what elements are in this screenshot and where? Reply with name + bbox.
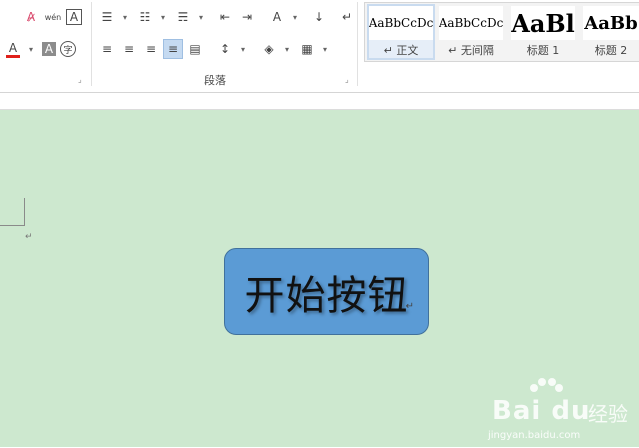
numbering-icon[interactable]: ☷: [136, 8, 154, 26]
line-spacing-icon[interactable]: ↕: [216, 40, 234, 58]
baidu-watermark: Bai du 经验 jingyan.baidu.com: [488, 378, 638, 448]
bullets-dropdown-icon[interactable]: ▾: [120, 8, 130, 26]
clear-format-icon[interactable]: A̷: [22, 8, 40, 26]
multilevel-dropdown-icon[interactable]: ▾: [196, 8, 206, 26]
decrease-indent-icon[interactable]: ⇤: [216, 8, 234, 26]
font-dialog-launcher-icon[interactable]: ⌟: [78, 75, 82, 84]
character-border-icon[interactable]: A: [66, 9, 82, 25]
style-heading-2-label: 标题 2: [594, 44, 628, 57]
paragraph-dialog-launcher-icon[interactable]: ⌟: [345, 75, 349, 84]
borders-dropdown-icon[interactable]: ▾: [320, 40, 330, 58]
style-normal-label: ↵ 正文: [383, 44, 419, 57]
show-marks-icon[interactable]: ↵: [338, 8, 356, 26]
start-button-shape[interactable]: 开始按钮 ↵: [224, 248, 429, 335]
ribbon: A̷ wén A A ▾ A 字 ☰ ▾ ☷ ▾ ☴ ▾ ⇤ ⇥ A ▾ ↓ ↵…: [0, 0, 639, 93]
chinese-layout-icon[interactable]: A: [268, 8, 286, 26]
style-heading-2[interactable]: AaBb 标题 2: [583, 6, 639, 58]
align-left-icon[interactable]: ≡: [98, 40, 116, 58]
font-group-row2: A ▾ A 字: [4, 40, 80, 58]
enclose-character-icon[interactable]: 字: [60, 41, 76, 57]
font-color-letter: A: [8, 40, 18, 55]
distributed-icon[interactable]: ▤: [186, 40, 204, 58]
character-shading-icon[interactable]: A: [42, 42, 56, 56]
numbering-dropdown-icon[interactable]: ▾: [158, 8, 168, 26]
style-heading-1-preview: AaBl: [511, 6, 575, 40]
justify-icon[interactable]: ≡: [163, 39, 183, 59]
watermark-logo-text: Bai du: [492, 396, 591, 426]
margin-corner-horizontal: [0, 225, 24, 226]
margin-corner-vertical: [24, 198, 25, 226]
watermark-url: jingyan.baidu.com: [488, 430, 581, 441]
paragraph-row2: ≡ ≡ ≡ ≡ ▤ ↕ ▾ ◈ ▾ ▦ ▾: [98, 39, 336, 59]
style-no-spacing[interactable]: AaBbCcDc ↵ 无间隔: [439, 6, 503, 58]
style-heading-1[interactable]: AaBl 标题 1: [511, 6, 575, 58]
style-no-spacing-label: ↵ 无间隔: [448, 44, 494, 57]
ruler: [0, 93, 639, 110]
shape-paragraph-mark: ↵: [405, 301, 414, 312]
styles-gallery: AaBbCcDc ↵ 正文 AaBbCcDc ↵ 无间隔 AaBl 标题 1 A…: [364, 2, 639, 62]
font-group-row1: A̷ wén A: [22, 8, 86, 26]
font-color-dropdown-icon[interactable]: ▾: [26, 40, 36, 58]
document-area[interactable]: ↵ 开始按钮 ↵ Bai du 经验 jingyan.baidu.com: [0, 110, 639, 447]
line-spacing-dropdown-icon[interactable]: ▾: [238, 40, 248, 58]
sort-icon[interactable]: ↓: [310, 8, 328, 26]
paragraph-row1: ☰ ▾ ☷ ▾ ☴ ▾ ⇤ ⇥ A ▾ ↓ ↵: [98, 8, 360, 26]
group-separator: [357, 2, 358, 86]
align-center-icon[interactable]: ≡: [120, 40, 138, 58]
style-normal[interactable]: AaBbCcDc ↵ 正文: [367, 4, 435, 60]
font-color-swatch: [6, 54, 20, 58]
shading-dropdown-icon[interactable]: ▾: [282, 40, 292, 58]
paragraph-group-label: 段落: [204, 74, 226, 87]
borders-icon[interactable]: ▦: [298, 40, 316, 58]
font-color-icon[interactable]: A: [4, 40, 22, 58]
shape-text[interactable]: 开始按钮: [245, 263, 409, 321]
shading-icon[interactable]: ◈: [260, 40, 278, 58]
style-heading-2-preview: AaBb: [583, 6, 639, 40]
increase-indent-icon[interactable]: ⇥: [238, 8, 256, 26]
multilevel-list-icon[interactable]: ☴: [174, 8, 192, 26]
style-no-spacing-preview: AaBbCcDc: [439, 6, 503, 40]
watermark-cn-text: 经验: [588, 402, 628, 426]
group-separator: [91, 2, 92, 86]
align-right-icon[interactable]: ≡: [142, 40, 160, 58]
phonetic-guide-icon[interactable]: wén: [44, 8, 62, 26]
style-normal-preview: AaBbCcDc: [369, 6, 433, 40]
chinese-layout-dropdown-icon[interactable]: ▾: [290, 8, 300, 26]
style-heading-1-label: 标题 1: [526, 44, 560, 57]
paragraph-mark: ↵: [25, 232, 33, 242]
bullets-icon[interactable]: ☰: [98, 8, 116, 26]
